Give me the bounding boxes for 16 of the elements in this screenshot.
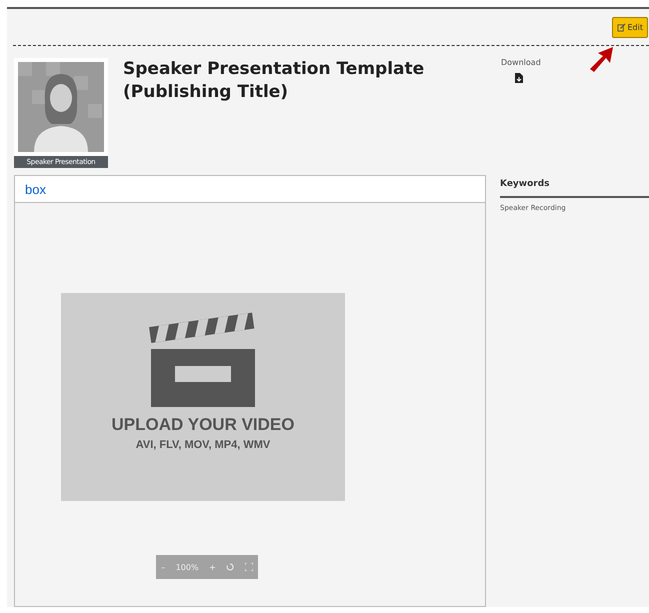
- download-label: Download: [501, 58, 541, 67]
- box-logo: box: [25, 182, 46, 196]
- edit-icon: [616, 23, 626, 32]
- page-title: Speaker Presentation Template (Publishing Title): [123, 58, 426, 104]
- zoom-out-button[interactable]: –: [161, 562, 166, 572]
- keywords-heading: Keywords: [500, 175, 649, 198]
- file-icon[interactable]: [515, 73, 523, 83]
- format-list: AVI, FLV, MOV, MP4, WMV: [136, 439, 270, 451]
- zoom-in-button[interactable]: +: [209, 562, 216, 572]
- person-avatar-icon: [18, 62, 104, 152]
- zoom-level: 100%: [176, 562, 199, 572]
- fullscreen-icon[interactable]: [244, 563, 253, 571]
- upload-title: UPLOAD YOUR VIDEO: [112, 415, 294, 435]
- arrow-annotation: [588, 45, 616, 73]
- rotate-icon[interactable]: [226, 563, 234, 571]
- edit-button[interactable]: Edit: [612, 17, 648, 38]
